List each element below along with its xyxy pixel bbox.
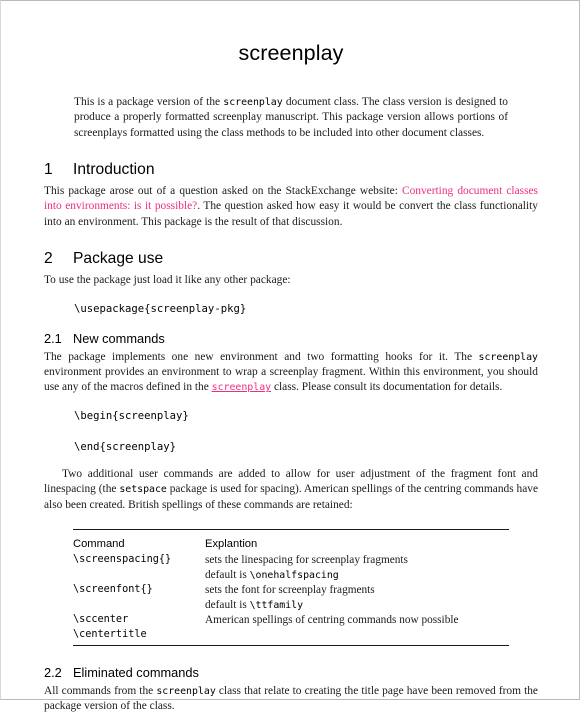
subsection-number: 2.2 <box>44 664 62 680</box>
command-table-wrapper: Command Explantion \screenspacing{} sets… <box>44 529 538 649</box>
inline-code-screenplay: screenplay <box>223 97 283 108</box>
subsection-title: Eliminated commands <box>73 664 199 680</box>
table-header-command: Command <box>73 537 125 550</box>
table-row: \screenfont{} sets the font for screenpl… <box>73 583 509 613</box>
table-cell-command: \screenspacing{} <box>73 553 172 565</box>
document-page: screenplay This is a package version of … <box>0 0 580 712</box>
command-sccenter: \sccenter <box>73 614 129 626</box>
default-prefix: default is <box>205 568 250 581</box>
command-table: Command Explantion \screenspacing{} sets… <box>73 529 509 649</box>
new-cmd-text-part3: class. Please consult its documentation … <box>271 381 503 394</box>
subsection-title: New commands <box>73 330 165 346</box>
abstract-text-part1: This is a package version of the <box>74 96 224 108</box>
introduction-paragraph: This package arose out of a question ask… <box>44 184 538 230</box>
command-centertitle: \centertitle <box>73 628 147 640</box>
table-header-row: Command Explantion <box>73 534 509 553</box>
section-heading-package-use: 2 Package use <box>44 230 538 273</box>
subsection-heading-eliminated-commands: 2.2 Eliminated commands <box>44 649 538 684</box>
abstract-paragraph: This is a package version of the screenp… <box>44 66 538 141</box>
table-cell-explanation: sets the font for screenplay fragments d… <box>205 583 509 613</box>
elim-text-part1: All commands from the <box>44 684 157 697</box>
table-cell-command: \sccenter \centertitle <box>73 613 205 642</box>
inline-code-screenplay: screenplay <box>156 685 216 697</box>
intro-text-part1: This package arose out of a question ask… <box>44 184 402 197</box>
eliminated-commands-paragraph: All commands from the screenplay class t… <box>44 684 538 714</box>
section-heading-introduction: 1 Introduction <box>44 141 538 184</box>
table-cell-command: \screenfont{} <box>73 584 153 596</box>
section-title: Package use <box>73 250 164 268</box>
code-block-end-screenplay: \end{screenplay} <box>74 440 177 453</box>
section-number: 2 <box>44 250 53 268</box>
table-header-explanation: Explantion <box>205 537 258 550</box>
explanation-main: sets the font for screenplay fragments <box>205 584 375 597</box>
explanation-default: default is \onehalfspacing <box>205 568 509 584</box>
table-row: \screenspacing{} sets the linespacing fo… <box>73 553 509 583</box>
table-cell-explanation: sets the linespacing for screenplay frag… <box>205 553 509 583</box>
new-commands-paragraph: The package implements one new environme… <box>44 350 538 396</box>
inline-code-setspace: setspace <box>119 484 167 496</box>
explanation-main: sets the linespacing for screenplay frag… <box>205 553 408 566</box>
document-content: screenplay This is a package version of … <box>44 1 538 714</box>
inline-code-screenplay: screenplay <box>478 351 538 363</box>
additional-commands-paragraph: Two additional user commands are added t… <box>44 453 538 513</box>
section-title: Introduction <box>73 160 155 178</box>
inline-code-onehalfspacing: \onehalfspacing <box>249 569 339 581</box>
screenplay-class-link[interactable]: screenplay <box>212 382 271 393</box>
page-title: screenplay <box>238 41 344 65</box>
explanation-default: default is \ttfamily <box>205 598 509 614</box>
code-block-begin-screenplay: \begin{screenplay} <box>74 409 189 422</box>
subsection-heading-new-commands: 2.1 New commands <box>44 315 538 350</box>
inline-code-ttfamily: \ttfamily <box>249 599 304 611</box>
package-use-intro: To use the package just load it like any… <box>44 274 291 287</box>
table-row: \sccenter \centertitle American spellings… <box>73 613 509 642</box>
default-prefix: default is <box>205 598 250 611</box>
code-block-usepackage: \usepackage{screenplay-pkg} <box>74 302 247 315</box>
new-cmd-text-part1: The package implements one new environme… <box>44 350 479 363</box>
section-number: 1 <box>44 160 53 178</box>
table-cell-explanation: American spellings of centring commands … <box>205 614 459 627</box>
subsection-number: 2.1 <box>44 330 62 346</box>
